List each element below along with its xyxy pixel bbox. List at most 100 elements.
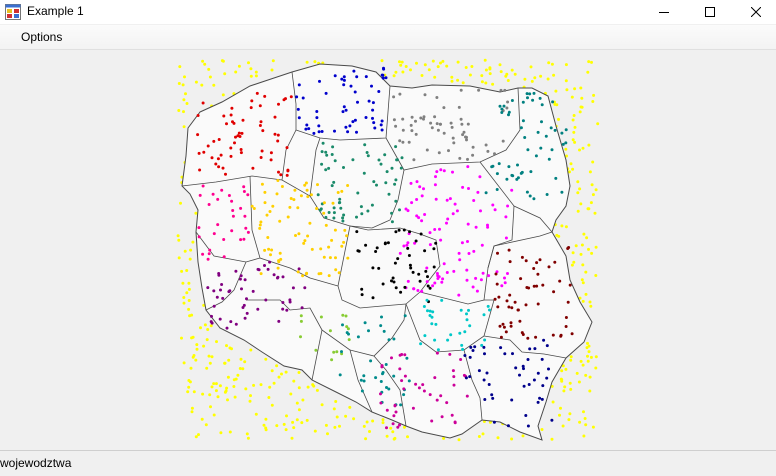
- region-point: [532, 91, 536, 95]
- region-point: [435, 398, 439, 402]
- region-point: [216, 157, 220, 161]
- region-point: [379, 401, 383, 405]
- region-point: [422, 305, 426, 308]
- outside-point: [539, 74, 543, 78]
- region-point: [419, 342, 423, 346]
- menu-bar: Options: [0, 25, 776, 50]
- region-point: [249, 106, 253, 110]
- region-point: [373, 126, 377, 130]
- region-point: [451, 369, 455, 373]
- region-point: [514, 366, 518, 370]
- minimize-button[interactable]: [641, 0, 687, 24]
- region-point: [303, 286, 307, 290]
- region-point: [225, 122, 228, 126]
- outside-point: [297, 408, 301, 412]
- maximize-button[interactable]: [687, 0, 733, 24]
- outside-point: [234, 377, 238, 381]
- outside-point: [177, 82, 181, 85]
- region-point: [547, 265, 551, 269]
- region-point: [538, 396, 542, 400]
- region-point: [504, 330, 508, 334]
- region-point: [346, 256, 350, 260]
- region-point: [371, 116, 374, 120]
- region-point: [441, 277, 445, 281]
- outside-point: [212, 413, 216, 417]
- region-point: [502, 325, 506, 329]
- map-canvas[interactable]: [0, 50, 776, 450]
- region-point: [317, 124, 321, 128]
- region-point: [277, 259, 281, 263]
- region-point: [231, 214, 235, 218]
- outside-point: [594, 188, 598, 192]
- region-point: [252, 207, 256, 210]
- menu-options[interactable]: Options: [13, 30, 70, 44]
- outside-point: [571, 138, 575, 142]
- region-point: [377, 90, 381, 93]
- region-point: [362, 374, 366, 378]
- outside-point: [587, 344, 591, 348]
- outside-point: [233, 395, 237, 399]
- region-point: [379, 162, 383, 166]
- region-point: [215, 295, 219, 299]
- region-point: [201, 252, 205, 256]
- close-button[interactable]: [733, 0, 776, 24]
- region-point: [370, 84, 373, 88]
- region-point: [481, 271, 485, 275]
- region-point: [333, 228, 337, 232]
- region-point: [465, 312, 468, 316]
- outside-point: [186, 390, 190, 394]
- region-point: [440, 298, 444, 302]
- region-point: [532, 197, 536, 201]
- outside-point: [569, 358, 573, 362]
- region-point: [445, 198, 449, 202]
- region-point: [504, 215, 508, 219]
- region-point: [366, 154, 370, 158]
- outside-point: [225, 344, 228, 348]
- region-point: [524, 414, 528, 417]
- region-point: [377, 266, 381, 270]
- region-point: [349, 84, 353, 88]
- outside-point: [182, 301, 186, 305]
- maximize-icon: [705, 7, 715, 17]
- region-point: [422, 117, 425, 121]
- outside-point: [586, 341, 589, 345]
- region-point: [394, 230, 398, 234]
- region-point: [417, 386, 421, 390]
- outside-point: [254, 70, 258, 74]
- region-point: [342, 75, 346, 79]
- outside-point: [477, 435, 481, 438]
- outside-point: [311, 383, 315, 387]
- region-point: [317, 130, 321, 134]
- region-point: [392, 95, 396, 99]
- region-point: [400, 379, 404, 383]
- region-point: [259, 272, 263, 276]
- outside-point: [581, 363, 585, 367]
- region-point: [436, 348, 440, 352]
- outside-point: [209, 324, 213, 328]
- region-point: [509, 321, 513, 325]
- outside-point: [576, 180, 580, 184]
- region-point: [476, 190, 480, 194]
- region-point: [356, 100, 359, 104]
- region-point: [327, 166, 331, 170]
- outside-point: [400, 60, 404, 64]
- region-point: [216, 197, 220, 201]
- region-point: [216, 223, 220, 227]
- outside-point: [188, 257, 192, 261]
- region-point: [265, 213, 269, 217]
- region-point: [307, 127, 311, 131]
- region-point: [425, 298, 429, 302]
- region-point: [410, 201, 414, 205]
- region-point: [384, 363, 388, 366]
- region-point: [382, 329, 386, 333]
- outside-point: [568, 381, 572, 385]
- region-point: [509, 324, 513, 328]
- region-point: [525, 190, 529, 194]
- region-point: [553, 260, 557, 264]
- region-point: [212, 139, 216, 143]
- region-point: [561, 142, 565, 146]
- outside-point: [591, 425, 595, 429]
- outside-point: [579, 359, 583, 363]
- region-point: [341, 110, 345, 114]
- region-point: [197, 151, 201, 155]
